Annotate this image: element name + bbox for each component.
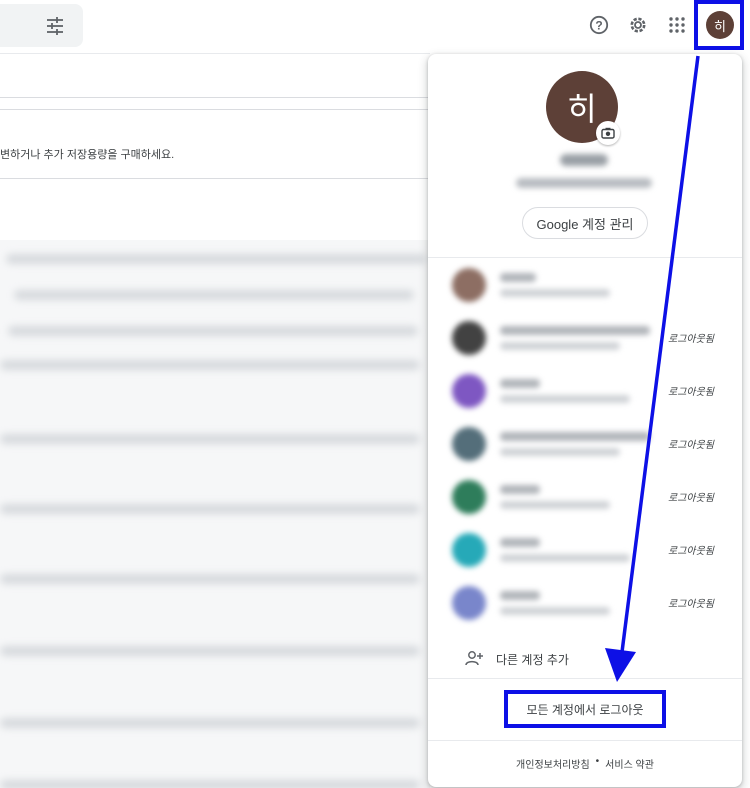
annotation-arrow	[605, 55, 700, 682]
